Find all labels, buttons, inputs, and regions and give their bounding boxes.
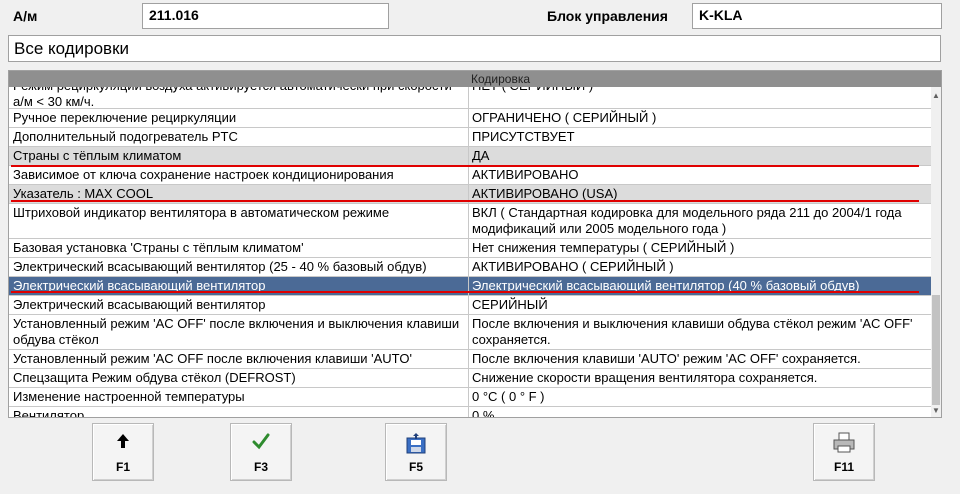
table-row[interactable]: Ручное переключение рециркуляции ОГРАНИЧ… (9, 109, 933, 128)
table-row[interactable]: Электрический всасывающий вентилятор (25… (9, 258, 933, 277)
red-marker-line (11, 291, 919, 293)
table-row[interactable]: Изменение настроенной температуры 0 °C (… (9, 388, 933, 407)
table-row[interactable]: Вентилятор 0 % (9, 407, 933, 417)
unit-field: K-KLA (692, 3, 942, 29)
coding-table[interactable]: Кодировка Режим рециркуляции воздуха акт… (8, 70, 942, 418)
scroll-up-icon[interactable]: ▲ (932, 91, 940, 100)
vehicle-field: 211.016 (142, 3, 389, 29)
f11-button[interactable]: F11 (813, 423, 875, 481)
table-row[interactable]: Штриховой индикатор вентилятора в автома… (9, 204, 933, 239)
table-row[interactable]: Установленный режим 'AC OFF' после включ… (9, 315, 933, 350)
table-row[interactable]: Установленный режим 'AC OFF после включе… (9, 350, 933, 369)
printer-icon (814, 432, 874, 457)
f5-button[interactable]: F5 (385, 423, 447, 481)
column-header-coding: Кодировка (471, 72, 531, 86)
page-title: Все кодировки (8, 35, 941, 62)
red-marker-line (11, 200, 919, 202)
table-row[interactable]: Базовая установка 'Страны с тёплым клима… (9, 239, 933, 258)
table-row[interactable]: Зависимое от ключа сохранение настроек к… (9, 166, 933, 185)
table-header: Кодировка (9, 71, 941, 87)
table-row[interactable]: Дополнительный подогреватель PTC ПРИСУТС… (9, 128, 933, 147)
scroll-thumb[interactable] (932, 295, 940, 405)
table-row[interactable]: Страны с тёплым климатом ДА (9, 147, 933, 166)
red-marker-line (11, 165, 919, 167)
table-rows: Режим рециркуляции воздуха активируется … (9, 77, 933, 417)
f3-button[interactable]: F3 (230, 423, 292, 481)
f1-button[interactable]: F1 (92, 423, 154, 481)
table-row[interactable]: Электрический всасывающий вентилятор СЕР… (9, 296, 933, 315)
unit-label: Блок управления (547, 8, 668, 24)
save-disk-icon (386, 432, 446, 459)
vehicle-label: А/м (13, 8, 38, 24)
table-row[interactable]: Спецзащита Режим обдува стёкол (DEFROST)… (9, 369, 933, 388)
check-icon (231, 432, 291, 453)
arrow-up-icon (93, 432, 153, 453)
vertical-scrollbar[interactable]: ▲ ▼ (931, 87, 941, 417)
scroll-down-icon[interactable]: ▼ (932, 406, 940, 415)
table-row-selected[interactable]: Электрический всасывающий вентилятор Эле… (9, 277, 933, 296)
